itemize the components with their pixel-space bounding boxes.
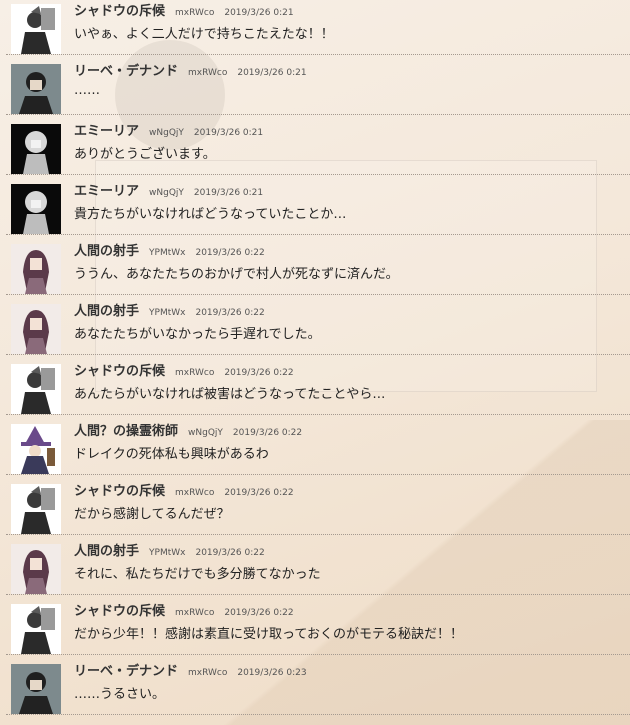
chat-message: シャドウの斥候 mxRWco 2019/3/26 0:21 いやぁ、よく二人だけで持… — [6, 0, 630, 55]
speaker-name: 人間の射手 — [74, 244, 140, 259]
archer-avatar[interactable] — [11, 304, 61, 354]
message-text: いやぁ、よく二人だけで持ちこたえたな！！ — [74, 27, 334, 42]
message-text: だから少年！！感謝は素直に受け取っておくのがモテる秘訣だ！！ — [74, 627, 463, 642]
user-id: wNgQjY — [149, 188, 184, 198]
chat-message: 人間の射手 YPMtWx 2019/3/26 0:22 それに、私たちだけでも多分勝… — [6, 535, 630, 595]
riebe-avatar[interactable] — [11, 664, 61, 714]
speaker-name: エミーリア — [74, 184, 140, 199]
user-id: wNgQjY — [149, 128, 184, 138]
necromancer-avatar[interactable] — [11, 424, 61, 474]
timestamp: 2019/3/26 0:22 — [195, 248, 265, 258]
message-text: 貴方たちがいなければどうなっていたことか… — [74, 207, 347, 222]
chat-message: リーベ・デナンド mxRWco 2019/3/26 0:23 ……うるさい。 — [6, 655, 630, 715]
timestamp: 2019/3/26 0:22 — [224, 368, 294, 378]
shadow-scout-avatar[interactable] — [11, 4, 61, 54]
chat-message: シャドウの斥候 mxRWco 2019/3/26 0:22 だから少年！！感謝は素直… — [6, 595, 630, 655]
speaker-name: シャドウの斥候 — [74, 604, 166, 619]
speaker-name: リーベ・デナンド — [74, 664, 179, 679]
speaker-name: 人間？の操霊術師 — [74, 424, 179, 439]
timestamp: 2019/3/26 0:22 — [195, 548, 265, 558]
message-text: …… — [74, 83, 100, 98]
message-text: だから感謝してるんだぜ？ — [74, 507, 230, 522]
speaker-name: シャドウの斥候 — [74, 4, 166, 19]
chat-message: エミーリア wNgQjY 2019/3/26 0:21 貴方たちがいなければどうなっ… — [6, 175, 630, 235]
message-text: あんたらがいなければ被害はどうなってたことやら… — [74, 387, 386, 402]
user-id: mxRWco — [188, 668, 228, 678]
user-id: mxRWco — [175, 488, 215, 498]
message-text: ドレイクの死体私も興味があるわ — [74, 447, 269, 462]
user-id: wNgQjY — [188, 428, 223, 438]
speaker-name: 人間の射手 — [74, 304, 140, 319]
user-id: mxRWco — [188, 68, 228, 78]
user-id: mxRWco — [175, 368, 215, 378]
emilia-avatar[interactable] — [11, 184, 61, 234]
archer-avatar[interactable] — [11, 544, 61, 594]
shadow-scout-avatar[interactable] — [11, 364, 61, 414]
speaker-name: リーベ・デナンド — [74, 64, 179, 79]
timestamp: 2019/3/26 0:22 — [195, 308, 265, 318]
chat-log: シャドウの斥候 mxRWco 2019/3/26 0:21 いやぁ、よく二人だけで持… — [6, 0, 630, 715]
user-id: YPMtWx — [149, 248, 186, 258]
chat-message: 人間の射手 YPMtWx 2019/3/26 0:22 ううん、あなたたちのおかげで… — [6, 235, 630, 295]
timestamp: 2019/3/26 0:23 — [237, 668, 307, 678]
message-text: ありがとうございます。 — [74, 147, 216, 162]
speaker-name: シャドウの斥候 — [74, 364, 166, 379]
user-id: YPMtWx — [149, 308, 186, 318]
timestamp: 2019/3/26 0:22 — [224, 488, 294, 498]
message-text: ……うるさい。 — [74, 687, 166, 702]
timestamp: 2019/3/26 0:21 — [224, 8, 294, 18]
chat-message: リーベ・デナンド mxRWco 2019/3/26 0:21 …… — [6, 55, 630, 115]
shadow-scout-avatar[interactable] — [11, 604, 61, 654]
timestamp: 2019/3/26 0:21 — [237, 68, 307, 78]
user-id: mxRWco — [175, 608, 215, 618]
timestamp: 2019/3/26 0:21 — [193, 128, 264, 138]
message-text: それに、私たちだけでも多分勝てなかった — [74, 567, 321, 582]
chat-message: シャドウの斥候 mxRWco 2019/3/26 0:22 あんたらがいなければ被害… — [6, 355, 630, 415]
message-text: ううん、あなたたちのおかげで村人が死なずに済んだ。 — [74, 267, 399, 282]
riebe-avatar[interactable] — [11, 64, 61, 114]
archer-avatar[interactable] — [11, 244, 61, 294]
user-id: mxRWco — [175, 8, 215, 18]
chat-message: 人間の射手 YPMtWx 2019/3/26 0:22 あなたたちがいなかったら手遅… — [6, 295, 630, 355]
message-text: あなたたちがいなかったら手遅れでした。 — [74, 327, 321, 342]
chat-message: エミーリア wNgQjY 2019/3/26 0:21 ありがとうございます。 — [6, 115, 630, 175]
chat-message: シャドウの斥候 mxRWco 2019/3/26 0:22 だから感謝してるんだぜ？ — [6, 475, 630, 535]
timestamp: 2019/3/26 0:22 — [232, 428, 303, 438]
chat-message: 人間？の操霊術師 wNgQjY 2019/3/26 0:22 ドレイクの死体私も興味… — [6, 415, 630, 475]
speaker-name: シャドウの斥候 — [74, 484, 166, 499]
shadow-scout-avatar[interactable] — [11, 484, 61, 534]
speaker-name: エミーリア — [74, 124, 140, 139]
user-id: YPMtWx — [149, 548, 186, 558]
timestamp: 2019/3/26 0:21 — [193, 188, 264, 198]
timestamp: 2019/3/26 0:22 — [224, 608, 294, 618]
speaker-name: 人間の射手 — [74, 544, 140, 559]
emilia-avatar[interactable] — [11, 124, 61, 174]
